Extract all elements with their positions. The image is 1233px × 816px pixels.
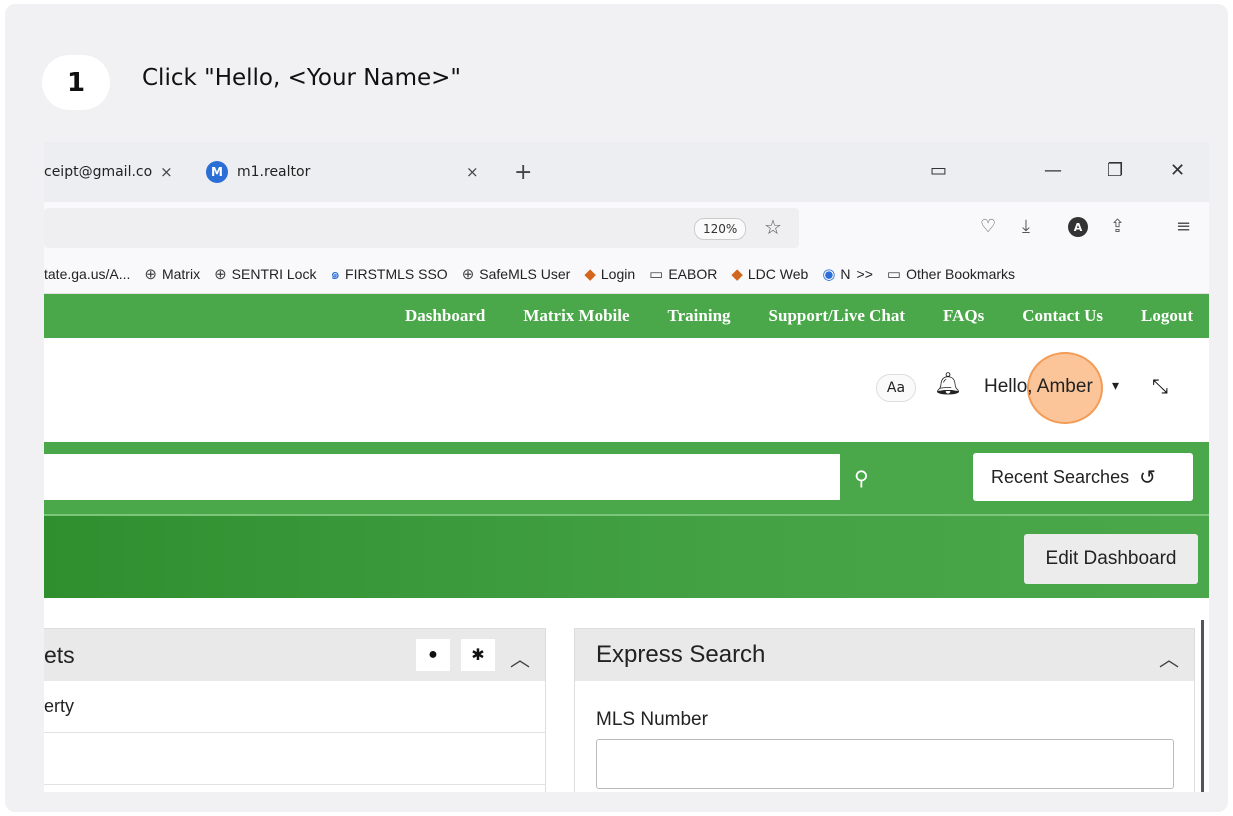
- scrollbar[interactable]: [1201, 620, 1204, 792]
- history-icon: ↺: [1139, 466, 1156, 489]
- nav-support-live-chat[interactable]: Support/Live Chat: [769, 306, 906, 326]
- extensions-icon[interactable]: ⇪: [1110, 216, 1125, 237]
- nav-logout[interactable]: Logout: [1141, 306, 1193, 326]
- cube-icon: ◆: [731, 265, 743, 283]
- nav-dashboard[interactable]: Dashboard: [405, 306, 485, 326]
- account-icon[interactable]: A: [1068, 217, 1088, 237]
- tab-label: m1.realtor: [237, 164, 311, 180]
- left-panel-title: ets: [44, 641, 75, 668]
- list-item[interactable]: erty: [44, 681, 545, 733]
- recent-searches-label: Recent Searches: [991, 466, 1130, 487]
- search-icon[interactable]: ⚲: [854, 466, 869, 490]
- browser-tab-bar: ceipt@gmail.co × M m1.realtor × + ▭ — ❐ …: [44, 142, 1209, 202]
- bookmark-item[interactable]: ๑ FIRSTMLS SSO: [330, 262, 447, 286]
- bookmark-item[interactable]: ⊕ Matrix: [144, 265, 200, 283]
- address-bar[interactable]: [44, 208, 799, 248]
- new-tab-button[interactable]: +: [514, 160, 532, 185]
- tab-gmail[interactable]: ceipt@gmail.co ×: [44, 152, 173, 192]
- folder-icon: ▭: [649, 265, 664, 283]
- bookmarks-overflow-button[interactable]: >>: [857, 266, 873, 282]
- chevron-up-icon[interactable]: ︿: [1159, 643, 1179, 672]
- cube-icon: ◆: [584, 265, 596, 283]
- user-greeting-menu[interactable]: Hello, Amber: [984, 376, 1093, 398]
- step-card: 1 Click "Hello, <Your Name>" ceipt@gmail…: [5, 4, 1228, 812]
- dashboard-content: ets ● ✱ ︿ erty Express Search ︿ MLS Numb…: [44, 598, 1209, 792]
- globe-icon: ⊕: [461, 265, 475, 283]
- notification-bell-icon[interactable]: 🔔︎: [934, 372, 962, 397]
- nav-contact-us[interactable]: Contact Us: [1022, 306, 1103, 326]
- address-bar-row: 120% ☆ ♡ ⤓ A ⇪ ≡: [44, 202, 1209, 254]
- nav-matrix-mobile[interactable]: Matrix Mobile: [523, 306, 629, 326]
- edit-dashboard-button[interactable]: Edit Dashboard: [1024, 534, 1198, 584]
- clock-icon[interactable]: ●: [416, 639, 450, 671]
- bookmark-item[interactable]: ⊕ SafeMLS User: [462, 265, 571, 283]
- list-item[interactable]: [44, 733, 545, 785]
- tab-list-icon[interactable]: ▭: [930, 160, 947, 181]
- bookmark-item[interactable]: ◆ LDC Web: [731, 265, 808, 283]
- dashboard-banner: Edit Dashboard: [44, 514, 1209, 598]
- other-bookmarks[interactable]: ▭ Other Bookmarks: [887, 265, 1015, 283]
- express-search-panel: Express Search ︿ MLS Number: [574, 628, 1195, 792]
- collapse-icon[interactable]: ⤡: [1152, 374, 1168, 398]
- mls-number-label: MLS Number: [596, 709, 708, 730]
- font-size-button[interactable]: Aa: [876, 374, 916, 402]
- screenshot: ceipt@gmail.co × M m1.realtor × + ▭ — ❐ …: [44, 142, 1209, 792]
- minimize-icon[interactable]: —: [1044, 160, 1062, 181]
- shield-icon: ◉: [822, 265, 836, 283]
- search-input[interactable]: [44, 454, 840, 500]
- bookmark-item[interactable]: ◆ Login: [584, 265, 635, 283]
- tab-m1-realtor[interactable]: M m1.realtor ×: [206, 152, 536, 192]
- main-nav: Dashboard Matrix Mobile Training Support…: [44, 294, 1209, 338]
- bookmark-item[interactable]: ◉ N: [822, 265, 850, 283]
- express-search-header: Express Search ︿: [575, 629, 1194, 681]
- m1-logo-icon: M: [206, 161, 228, 183]
- bookmark-item[interactable]: tate.ga.us/A...: [44, 266, 130, 282]
- globe-icon: ⊕: [214, 265, 227, 283]
- nav-faqs[interactable]: FAQs: [943, 306, 984, 326]
- close-tab-icon[interactable]: ×: [466, 163, 479, 181]
- close-window-icon[interactable]: ✕: [1170, 160, 1185, 181]
- left-panel: ets ● ✱ ︿ erty: [44, 628, 546, 792]
- download-icon[interactable]: ⤓: [1022, 216, 1030, 237]
- restore-icon[interactable]: ❐: [1107, 160, 1123, 181]
- mls-number-input[interactable]: [596, 739, 1174, 789]
- recent-searches-button[interactable]: Recent Searches ↺: [973, 453, 1193, 501]
- swirl-icon: ๑: [330, 265, 341, 283]
- left-panel-header: ets ● ✱ ︿: [44, 629, 545, 681]
- menu-icon[interactable]: ≡: [1176, 216, 1191, 237]
- search-band: ⚲ Recent Searches ↺: [44, 442, 1209, 514]
- user-header: Aa 🔔︎ Hello, Amber ▾ ⤡: [44, 338, 1209, 442]
- pocket-icon[interactable]: ♡: [980, 216, 996, 237]
- bookmarks-bar: tate.ga.us/A... ⊕ Matrix ⊕ SENTRI Lock ๑ FI…: [44, 254, 1209, 294]
- tab-label: ceipt@gmail.co: [44, 164, 153, 180]
- zoom-level[interactable]: 120%: [694, 218, 747, 240]
- chevron-up-icon[interactable]: ︿: [510, 643, 530, 672]
- globe-icon: ⊕: [144, 265, 157, 283]
- nav-training[interactable]: Training: [668, 306, 731, 326]
- gear-icon[interactable]: ✱: [461, 639, 495, 671]
- folder-icon: ▭: [886, 265, 902, 283]
- close-tab-icon[interactable]: ×: [160, 163, 173, 181]
- step-number-badge: 1: [42, 55, 110, 110]
- chevron-down-icon[interactable]: ▾: [1112, 378, 1119, 394]
- bookmark-item[interactable]: ⊕ SENTRI Lock: [214, 265, 316, 283]
- express-search-title: Express Search: [596, 641, 766, 668]
- bookmark-item[interactable]: ▭ EABOR: [649, 265, 717, 283]
- step-instruction: Click "Hello, <Your Name>": [142, 65, 462, 91]
- bookmark-star-icon[interactable]: ☆: [764, 215, 782, 239]
